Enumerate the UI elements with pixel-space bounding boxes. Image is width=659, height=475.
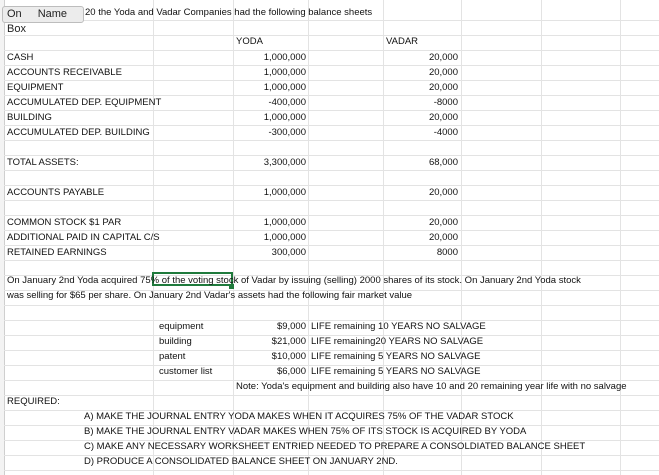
asset-life: LIFE remaining20 YEARS NO SALVAGE — [311, 336, 484, 347]
vadar-value: 20,000 — [428, 232, 458, 243]
vadar-value: -8000 — [433, 97, 458, 108]
row-label: ACCUMULATED DEP. EQUIPMENT — [7, 97, 162, 108]
narrative-line: was selling for $65 per share. On Januar… — [7, 290, 413, 301]
column-header-vadar: VADAR — [386, 36, 419, 47]
row-divider — [4, 35, 659, 36]
vadar-value: 68,000 — [428, 157, 458, 168]
vadar-value: 20,000 — [428, 52, 458, 63]
yoda-value: -300,000 — [268, 127, 306, 138]
row-label: CASH — [7, 52, 34, 63]
row-divider — [4, 80, 659, 81]
row-divider — [4, 170, 659, 171]
required-label: REQUIRED: — [7, 396, 60, 407]
asset-name: patent — [159, 351, 186, 362]
asset-life: LIFE remaining 10 YEARS NO SALVAGE — [311, 321, 486, 332]
list-item[interactable]: B) MAKE THE JOURNAL ENTRY VADAR MAKES WH… — [84, 425, 526, 439]
yoda-value: 300,000 — [271, 247, 306, 258]
row-divider — [4, 50, 659, 51]
list-item[interactable]: D) PRODUCE A CONSOLIDATED BALANCE SHEET … — [84, 455, 398, 469]
vadar-value: 20,000 — [428, 187, 458, 198]
row-label: ADDITIONAL PAID IN CAPITAL C/S — [7, 232, 160, 243]
asset-life: LIFE remaining 5 YEARS NO SALVAGE — [311, 351, 481, 362]
row-divider — [4, 395, 659, 396]
row-label: RETAINED EARNINGS — [7, 247, 107, 258]
column-divider — [461, 0, 462, 475]
asset-value: $21,000 — [271, 336, 306, 347]
asset-name: customer list — [159, 366, 213, 377]
row-divider — [4, 260, 659, 261]
row-divider — [4, 470, 659, 471]
list-item[interactable]: A) MAKE THE JOURNAL ENTRY YODA MAKES WHE… — [84, 410, 514, 424]
row-label: ACCOUNTS RECEIVABLE — [7, 67, 122, 78]
narrative-line: On January 2nd Yoda acquired 75% of the … — [7, 275, 581, 286]
vadar-value: -4000 — [433, 127, 458, 138]
name-box-prefix: On — [7, 8, 22, 20]
column-header-yoda: YODA — [236, 36, 263, 47]
vadar-value: 20,000 — [428, 82, 458, 93]
asset-value: $9,000 — [276, 321, 306, 332]
yoda-value: 1,000,000 — [263, 112, 306, 123]
row-header-edge — [0, 0, 5, 475]
asset-name: equipment — [159, 321, 204, 332]
asset-value: $10,000 — [271, 351, 306, 362]
yoda-value: 3,300,000 — [263, 157, 306, 168]
list-item[interactable]: C) MAKE ANY NECESSARY WORKSHEET ENTRIED … — [84, 440, 585, 454]
vadar-value: 20,000 — [428, 217, 458, 228]
title-text: 20 the Yoda and Vadar Companies had the … — [85, 7, 373, 18]
column-divider — [541, 0, 542, 475]
row-label: COMMON STOCK $1 PAR — [7, 217, 122, 228]
row-divider — [4, 20, 659, 21]
row-label: BUILDING — [7, 112, 52, 123]
note-text: Note: Yoda's equipment and building also… — [236, 381, 627, 392]
yoda-value: 1,000,000 — [263, 67, 306, 78]
column-divider — [308, 0, 309, 475]
row-divider — [4, 140, 659, 141]
row-divider — [4, 155, 659, 156]
vadar-value: 20,000 — [428, 112, 458, 123]
vadar-value: 8000 — [436, 247, 458, 258]
asset-life: LIFE remaining 5 YEARS NO SALVAGE — [311, 366, 481, 377]
row-divider — [4, 200, 659, 201]
yoda-value: 1,000,000 — [263, 232, 306, 243]
row-label: TOTAL ASSETS: — [7, 157, 79, 168]
column-divider — [620, 0, 621, 475]
name-box[interactable]: On Name Box — [2, 6, 84, 35]
yoda-value: 1,000,000 — [263, 52, 306, 63]
yoda-value: 1,000,000 — [263, 187, 306, 198]
asset-value: $6,000 — [276, 366, 306, 377]
yoda-value: 1,000,000 — [263, 217, 306, 228]
row-label: ACCUMULATED DEP. BUILDING — [7, 127, 150, 138]
asset-name: building — [159, 336, 192, 347]
yoda-value: 1,000,000 — [263, 82, 306, 93]
vadar-value: 20,000 — [428, 67, 458, 78]
row-divider — [4, 305, 659, 306]
row-label: ACCOUNTS PAYABLE — [7, 187, 105, 198]
row-divider — [4, 110, 659, 111]
row-label: EQUIPMENT — [7, 82, 64, 93]
yoda-value: -400,000 — [268, 97, 306, 108]
